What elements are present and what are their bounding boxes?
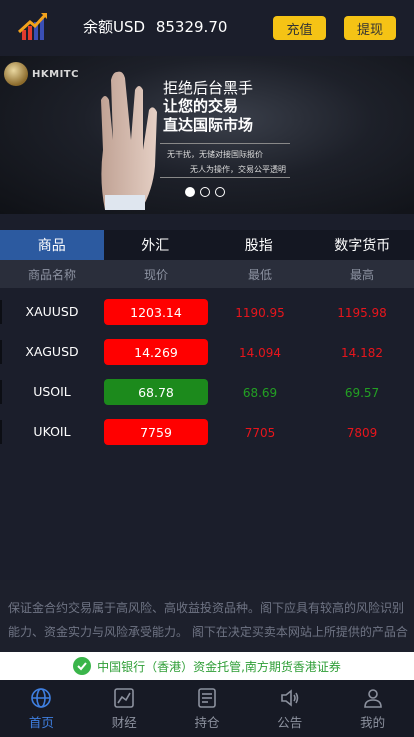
symbol-name: USOIL	[33, 384, 71, 399]
risk-notice: 保证金合约交易属于高风险、高收益投资品种。阁下应具有较高的风险识别能力、资金实力…	[0, 580, 414, 652]
current-price: 7759	[104, 419, 208, 445]
custody-text: 中国银行（香港）资金托管,南方期货香港证券	[97, 659, 341, 674]
low-price: 68.69	[242, 386, 278, 400]
carousel-indicator	[185, 187, 225, 197]
promo-banner[interactable]: HKMITC 拒绝后台黑手 让您的交易 直达国际市场 无干扰，无储对接国际报价 …	[0, 56, 414, 214]
shield-check-icon	[73, 657, 92, 675]
table-row[interactable]: USOIL 68.78 68.69 69.57	[0, 372, 414, 412]
nav-label: 公告	[277, 714, 303, 730]
nav-home[interactable]: 首页	[0, 680, 83, 737]
market-tabs: 商品 外汇 股指 数字货币	[0, 230, 414, 260]
nav-label: 财经	[111, 714, 137, 730]
banner-divider	[160, 177, 290, 178]
user-icon	[363, 688, 382, 708]
current-price: 14.269	[104, 339, 208, 365]
nav-announcements[interactable]: 公告	[248, 680, 331, 737]
column-high: 最高	[349, 267, 374, 282]
globe-logo-icon	[4, 62, 28, 86]
banner-subtext-1: 无干扰，无储对接国际报价	[167, 150, 263, 159]
low-price: 1190.95	[235, 306, 285, 320]
balance-label: 余额USD	[83, 18, 146, 36]
nav-label: 持仓	[194, 714, 220, 730]
current-price: 1203.14	[104, 299, 208, 325]
bottom-nav: 首页 财经 持仓 公告 我的	[0, 680, 414, 737]
high-price: 69.57	[344, 386, 380, 400]
banner-divider	[160, 143, 290, 144]
app-root: 余额USD 85329.70 充值 提现 HKMITC 拒绝后台黑手 让您的交易…	[0, 0, 414, 737]
symbol-name: XAUUSD	[25, 304, 79, 319]
banner-subtext-2: 无人为操作，交易公平透明	[190, 165, 286, 174]
globe-icon	[31, 687, 52, 708]
recharge-button[interactable]: 充值	[273, 16, 326, 40]
table-row[interactable]: XAUUSD 1203.14 1190.95 1195.98	[0, 292, 414, 332]
table-header: 商品名称 现价 最低 最高	[0, 260, 414, 288]
banner-brand: HKMITC	[4, 62, 79, 86]
table-row[interactable]: XAGUSD 14.269 14.094 14.182	[0, 332, 414, 372]
custody-banner: 中国银行（香港）资金托管,南方期货香港证券	[0, 652, 414, 680]
table-row[interactable]: UKOIL 7759 7705 7809	[0, 412, 414, 452]
nav-profile[interactable]: 我的	[331, 680, 414, 737]
balance-value: 85329.70	[155, 18, 228, 36]
balance-display: 余额USD 85329.70	[83, 16, 227, 37]
current-price: 68.78	[104, 379, 208, 405]
tab-crypto[interactable]: 数字货币	[311, 230, 414, 260]
carousel-dot[interactable]	[215, 187, 225, 197]
nav-label: 首页	[28, 714, 54, 730]
header: 余额USD 85329.70 充值 提现	[0, 0, 414, 56]
nav-positions[interactable]: 持仓	[166, 680, 249, 737]
tab-commodities[interactable]: 商品	[0, 230, 104, 260]
nav-label: 我的	[360, 714, 386, 730]
logo-icon	[17, 12, 48, 40]
column-price: 现价	[143, 267, 168, 282]
carousel-dot[interactable]	[200, 187, 210, 197]
low-price: 14.094	[239, 346, 281, 360]
tab-indices[interactable]: 股指	[207, 230, 311, 260]
banner-headline-3: 直达国际市场	[163, 116, 254, 134]
symbol-name: UKOIL	[33, 424, 71, 439]
low-price: 7705	[244, 426, 276, 440]
column-low: 最低	[247, 267, 272, 282]
banner-brand-name: HKMITC	[32, 68, 79, 80]
quote-list: XAUUSD 1203.14 1190.95 1195.98 XAGUSD 14…	[0, 292, 414, 452]
carousel-dot[interactable]	[185, 187, 195, 197]
banner-headline-2: 让您的交易	[163, 97, 239, 115]
speaker-icon	[280, 688, 299, 707]
symbol-name: XAGUSD	[25, 344, 79, 359]
withdraw-button[interactable]: 提现	[344, 16, 396, 40]
tab-forex[interactable]: 外汇	[104, 230, 208, 260]
document-icon	[198, 687, 216, 708]
nav-finance[interactable]: 财经	[83, 680, 166, 737]
column-name: 商品名称	[27, 267, 76, 282]
risk-notice-text: 保证金合约交易属于高风险、高收益投资品种。阁下应具有较高的风险识别能力、资金实力…	[8, 601, 408, 639]
high-price: 7809	[346, 426, 378, 440]
high-price: 14.182	[341, 346, 383, 360]
high-price: 1195.98	[337, 306, 387, 320]
chart-icon	[114, 687, 134, 708]
